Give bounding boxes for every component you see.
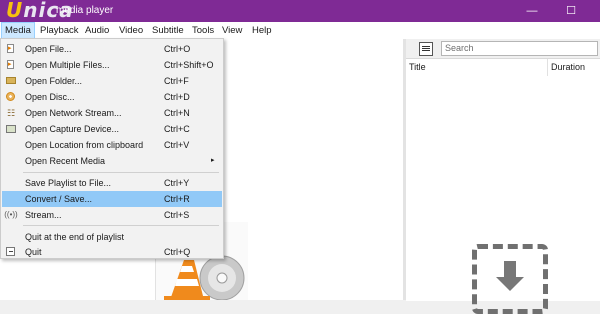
quit-icon: [6, 247, 15, 256]
menu-item-quit[interactable]: Quit Ctrl+Q: [2, 244, 222, 260]
network-icon: ☷: [6, 108, 16, 118]
menu-item-quit-end-playlist[interactable]: Quit at the end of playlist: [2, 229, 222, 245]
media-dropdown-menu: Open File... Ctrl+O Open Multiple Files.…: [0, 38, 224, 259]
menu-bar: Media Playback Audio Video Subtitle Tool…: [0, 22, 600, 39]
drop-zone[interactable]: [472, 244, 548, 314]
column-divider[interactable]: [547, 59, 548, 76]
menu-video[interactable]: Video: [116, 22, 146, 39]
disc-icon: [6, 92, 15, 101]
menu-item-open-network-stream[interactable]: ☷ Open Network Stream... Ctrl+N: [2, 105, 222, 121]
menu-item-convert-save[interactable]: Convert / Save... Ctrl+R: [2, 191, 222, 207]
title-bar: Unica media player — ☐: [0, 0, 600, 22]
menu-media[interactable]: Media: [1, 22, 35, 39]
playlist-panel: Search Title Duration: [406, 39, 600, 314]
open-multiple-files-icon: [7, 60, 14, 69]
menu-separator: [23, 225, 219, 226]
menu-view[interactable]: View: [219, 22, 245, 39]
menu-subtitle[interactable]: Subtitle: [149, 22, 187, 39]
menu-item-open-file[interactable]: Open File... Ctrl+O: [2, 41, 222, 57]
menu-item-open-recent-media[interactable]: Open Recent Media ▸: [2, 153, 222, 169]
menu-separator: [23, 172, 219, 173]
menu-item-open-multiple-files[interactable]: Open Multiple Files... Ctrl+Shift+O: [2, 57, 222, 73]
submenu-arrow-icon: ▸: [211, 157, 215, 164]
menu-item-open-location-clipboard[interactable]: Open Location from clipboard Ctrl+V: [2, 137, 222, 153]
menu-playback[interactable]: Playback: [37, 22, 82, 39]
menu-item-save-playlist[interactable]: Save Playlist to File... Ctrl+Y: [2, 175, 222, 191]
column-duration[interactable]: Duration: [551, 62, 585, 72]
menu-help[interactable]: Help: [249, 22, 275, 39]
menu-tools[interactable]: Tools: [189, 22, 217, 39]
capture-device-icon: [6, 125, 16, 133]
menu-item-stream[interactable]: ((•)) Stream... Ctrl+S: [2, 207, 222, 223]
stream-icon: ((•)): [4, 210, 18, 219]
folder-icon: [6, 77, 16, 84]
minimize-button[interactable]: —: [524, 3, 540, 19]
window-title: media player: [56, 5, 114, 16]
open-file-icon: [7, 44, 14, 53]
maximize-button[interactable]: ☐: [563, 3, 579, 19]
playlist-list[interactable]: Title Duration: [406, 58, 600, 314]
menu-item-open-disc[interactable]: Open Disc... Ctrl+D: [2, 89, 222, 105]
menu-item-open-capture-device[interactable]: Open Capture Device... Ctrl+C: [2, 121, 222, 137]
search-input[interactable]: Search: [441, 41, 598, 56]
menu-item-open-folder[interactable]: Open Folder... Ctrl+F: [2, 73, 222, 89]
playlist-view-icon[interactable]: [419, 42, 433, 56]
column-title[interactable]: Title: [409, 62, 426, 72]
menu-audio[interactable]: Audio: [82, 22, 112, 39]
